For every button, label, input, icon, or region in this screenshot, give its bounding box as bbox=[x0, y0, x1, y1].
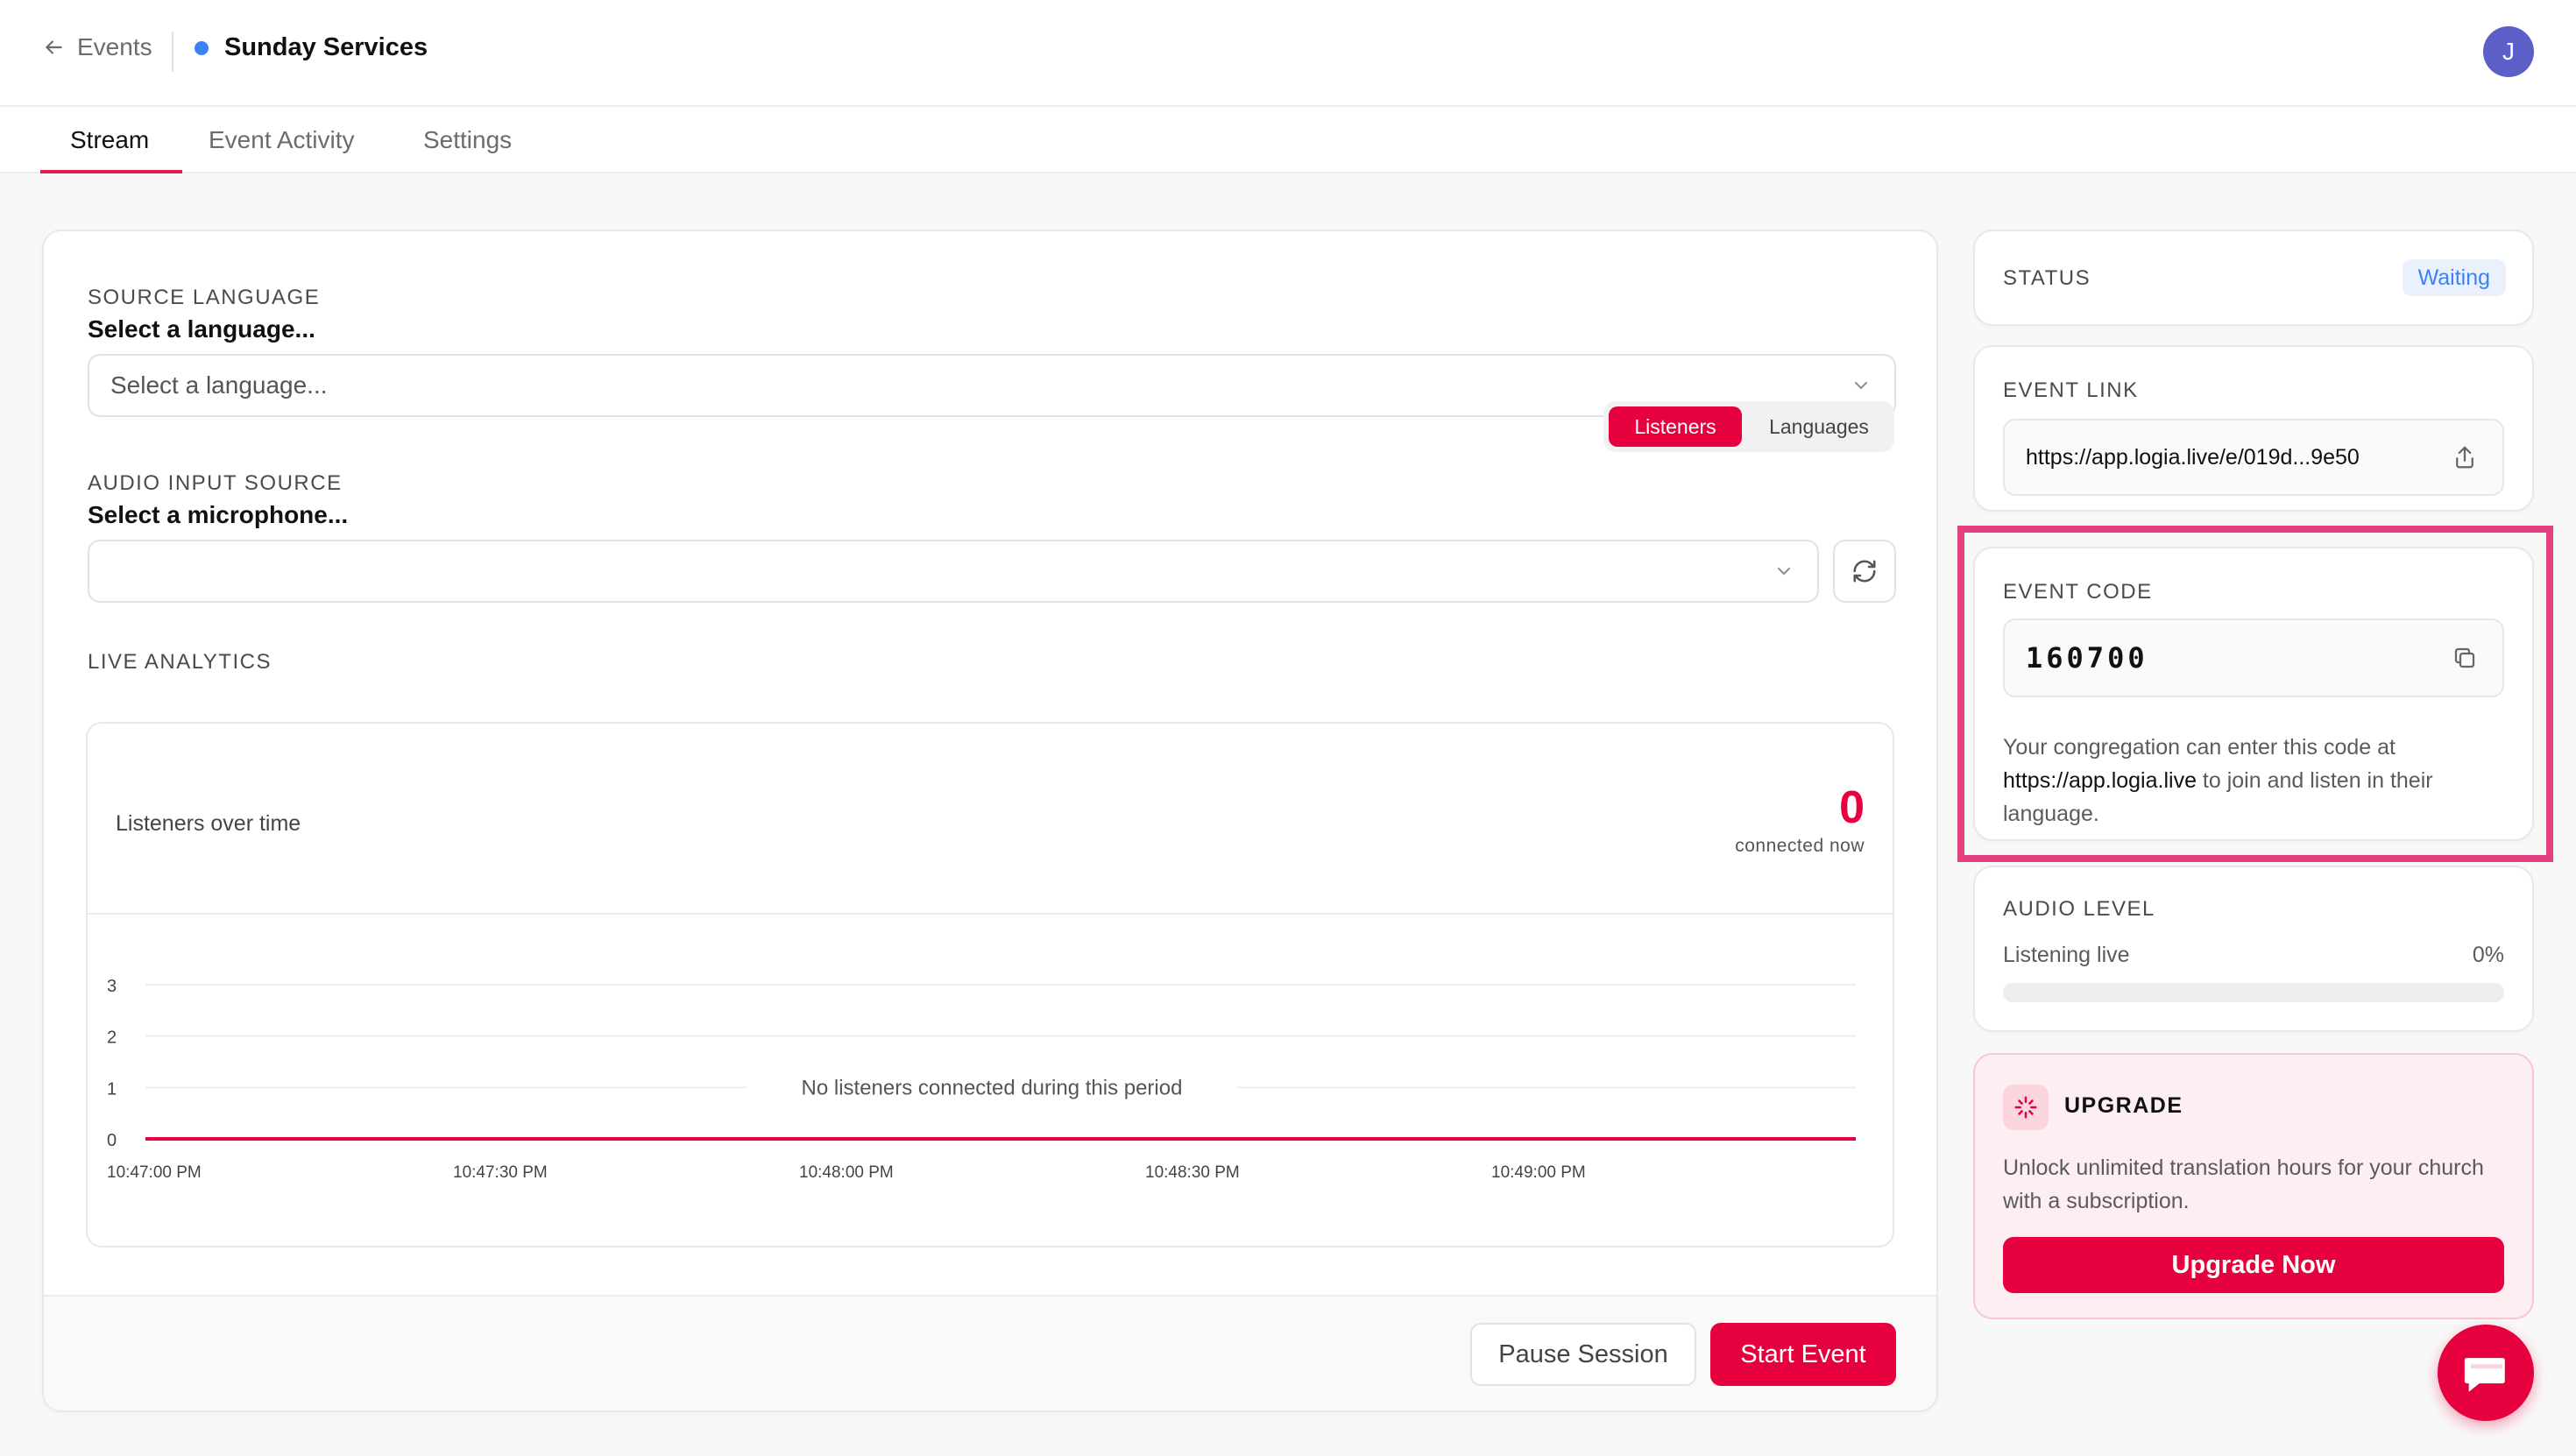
status-dot bbox=[195, 40, 209, 55]
pause-session-button[interactable]: Pause Session bbox=[1470, 1323, 1696, 1386]
upgrade-card: UPGRADE Unlock unlimited translation hou… bbox=[1973, 1053, 2534, 1319]
event-link-url: https://app.logia.live/e/019d...9e50 bbox=[2026, 444, 2360, 470]
analytics-toggle: Listeners Languages bbox=[1603, 401, 1894, 452]
refresh-icon bbox=[1853, 560, 1876, 583]
upgrade-now-button[interactable]: Upgrade Now bbox=[2003, 1237, 2504, 1293]
event-title: Sunday Services bbox=[195, 33, 428, 62]
status-label: STATUS bbox=[2003, 266, 2091, 290]
refresh-devices-button[interactable] bbox=[1833, 540, 1896, 603]
event-link-field[interactable]: https://app.logia.live/e/019d...9e50 bbox=[2003, 419, 2504, 496]
status-badge: Waiting bbox=[2402, 259, 2506, 296]
audio-input-sublabel: Select a microphone... bbox=[88, 501, 349, 528]
audio-level-percent: 0% bbox=[2472, 943, 2504, 967]
event-link-label: EVENT LINK bbox=[2003, 378, 2139, 402]
event-link-card: EVENT LINK https://app.logia.live/e/019d… bbox=[1973, 345, 2534, 512]
chart-empty-message: No listeners connected during this perio… bbox=[802, 1076, 1183, 1099]
y-tick-label: 0 bbox=[107, 1131, 117, 1150]
audio-level-bar bbox=[2003, 983, 2504, 1002]
source-language-sublabel: Select a language... bbox=[88, 315, 315, 343]
event-title-text: Sunday Services bbox=[224, 33, 428, 61]
x-tick-label: 10:47:00 PM bbox=[107, 1163, 202, 1182]
audio-level-card: AUDIO LEVEL Listening live 0% bbox=[1973, 866, 2534, 1032]
status-card: STATUS Waiting bbox=[1973, 230, 2534, 326]
x-tick-label: 10:48:00 PM bbox=[799, 1163, 894, 1182]
y-tick-label: 3 bbox=[107, 977, 117, 996]
stream-footer: Pause Session Start Event bbox=[44, 1295, 1936, 1410]
back-link[interactable]: Events bbox=[42, 33, 152, 61]
sparkle-icon bbox=[2003, 1085, 2049, 1130]
audio-level-label: AUDIO LEVEL bbox=[2003, 897, 2155, 921]
y-tick-label: 1 bbox=[107, 1079, 117, 1099]
active-tab-indicator bbox=[40, 170, 182, 173]
start-event-button[interactable]: Start Event bbox=[1710, 1323, 1896, 1386]
x-tick-label: 10:49:00 PM bbox=[1491, 1163, 1586, 1182]
chart-header: Listeners over time 0 connected now bbox=[88, 724, 1893, 915]
chevron-down-icon bbox=[1855, 382, 1867, 390]
source-language-value: Select a language... bbox=[110, 371, 328, 399]
listeners-line-chart: 0 1 2 3 10:47:00 PM 10:47:30 PM 10:48:00 PM 10:… bbox=[107, 977, 1856, 1182]
header-divider bbox=[172, 32, 173, 72]
microphone-select[interactable] bbox=[88, 540, 1819, 603]
chart-title: Listeners over time bbox=[116, 811, 301, 836]
toggle-listeners[interactable]: Listeners bbox=[1609, 406, 1742, 447]
tab-stream[interactable]: Stream bbox=[70, 107, 149, 173]
listener-count: 0 bbox=[1839, 782, 1865, 833]
top-bar: Events Sunday Services J bbox=[0, 0, 2576, 107]
avatar[interactable]: J bbox=[2483, 26, 2534, 77]
tab-bar: Stream Event Activity Settings bbox=[0, 107, 2576, 173]
tab-settings[interactable]: Settings bbox=[423, 107, 512, 173]
arrow-left-icon bbox=[45, 40, 62, 54]
tab-event-activity[interactable]: Event Activity bbox=[209, 107, 355, 173]
source-language-label: SOURCE LANGUAGE bbox=[88, 286, 321, 309]
back-link-label: Events bbox=[77, 33, 152, 60]
listeners-chart-card: Listeners over time 0 connected now 0 1 2 3… bbox=[86, 722, 1894, 1247]
live-analytics-label: LIVE ANALYTICS bbox=[88, 650, 272, 674]
audio-input-label: AUDIO INPUT SOURCE bbox=[88, 471, 343, 495]
upgrade-title: UPGRADE bbox=[2064, 1093, 2183, 1118]
chat-button[interactable] bbox=[2438, 1325, 2534, 1421]
chat-icon bbox=[2464, 1358, 2505, 1392]
x-tick-label: 10:47:30 PM bbox=[453, 1163, 548, 1182]
audio-level-status: Listening live bbox=[2003, 943, 2130, 967]
toggle-languages[interactable]: Languages bbox=[1749, 406, 1889, 447]
share-icon[interactable] bbox=[2452, 444, 2478, 470]
upgrade-description: Unlock unlimited translation hours for y… bbox=[2003, 1156, 2484, 1213]
chevron-down-icon bbox=[1778, 568, 1790, 576]
y-tick-label: 2 bbox=[107, 1028, 117, 1048]
x-tick-label: 10:48:30 PM bbox=[1145, 1163, 1240, 1182]
listener-count-caption: connected now bbox=[1735, 836, 1865, 856]
event-code-highlight bbox=[1957, 526, 2553, 862]
